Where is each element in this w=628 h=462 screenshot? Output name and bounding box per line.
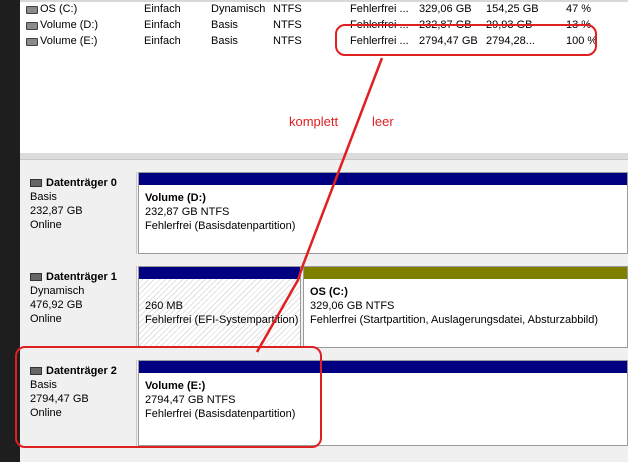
pane-splitter[interactable] xyxy=(20,153,628,160)
volume-fs: NTFS xyxy=(273,3,302,15)
disk-kind: Basis xyxy=(30,191,57,203)
volume-type: Basis xyxy=(211,35,238,47)
drive-icon xyxy=(26,22,38,30)
volume-type: Dynamisch xyxy=(211,3,266,15)
volume-name: Volume (E:) xyxy=(40,35,98,47)
disk-state: Online xyxy=(30,313,62,325)
volume-free-percent: 47 % xyxy=(566,3,592,15)
disk-name: Datenträger 0 xyxy=(46,177,117,189)
volume-name: OS (C:) xyxy=(40,3,78,15)
disk-name: Datenträger 1 xyxy=(46,271,117,283)
partition-title: OS (C:) xyxy=(310,286,348,298)
volume-name: Volume (D:) xyxy=(40,19,99,31)
disk-icon xyxy=(30,273,42,281)
volume-fs: NTFS xyxy=(273,19,302,31)
annotation-highlight-volume-e xyxy=(335,24,597,56)
partition-color-bar xyxy=(139,173,627,185)
volume-status: Fehlerfrei ... xyxy=(350,3,409,15)
partition-size: 260 MB xyxy=(145,300,183,312)
partition-color-bar xyxy=(304,267,627,279)
drive-icon xyxy=(26,6,38,14)
drive-icon xyxy=(26,38,38,46)
partition-color-bar xyxy=(139,267,300,279)
partition-size: 232,87 GB NTFS xyxy=(145,206,230,218)
volume-layout: Einfach xyxy=(144,19,181,31)
disk-size: 232,87 GB xyxy=(30,205,83,217)
disk-state: Online xyxy=(30,219,62,231)
partition-volume-d[interactable]: Volume (D:) 232,87 GB NTFS Fehlerfrei (B… xyxy=(138,172,628,254)
volume-layout: Einfach xyxy=(144,35,181,47)
annotation-text-leer: leer xyxy=(372,114,394,129)
disk-info[interactable]: Datenträger 1 Dynamisch 476,92 GB Online xyxy=(22,266,137,348)
volume-capacity: 329,06 GB xyxy=(419,3,472,15)
partition-size: 329,06 GB NTFS xyxy=(310,300,395,312)
disk-info[interactable]: Datenträger 0 Basis 232,87 GB Online xyxy=(22,172,137,254)
disk-size: 476,92 GB xyxy=(30,299,83,311)
volume-fs: NTFS xyxy=(273,35,302,47)
disk-row: Datenträger 0 Basis 232,87 GB Online Vol… xyxy=(20,172,628,254)
partition-status: Fehlerfrei (EFI-Systempartition) xyxy=(145,314,299,326)
partition-efi[interactable]: 260 MB Fehlerfrei (EFI-Systempartition) xyxy=(138,266,301,348)
partition-os-c[interactable]: OS (C:) 329,06 GB NTFS Fehlerfrei (Start… xyxy=(303,266,628,348)
volume-layout: Einfach xyxy=(144,3,181,15)
partition-title: Volume (D:) xyxy=(145,192,206,204)
volume-row[interactable]: OS (C:) Einfach Dynamisch NTFS Fehlerfre… xyxy=(20,1,628,17)
annotation-text-komplett: komplett xyxy=(289,114,339,129)
disk-icon xyxy=(30,179,42,187)
volume-type: Basis xyxy=(211,19,238,31)
annotation-highlight-disk-2 xyxy=(15,346,322,448)
partition-status: Fehlerfrei (Startpartition, Auslagerungs… xyxy=(310,314,598,326)
disk-kind: Dynamisch xyxy=(30,285,85,297)
volume-free: 154,25 GB xyxy=(486,3,539,15)
partition-status: Fehlerfrei (Basisdatenpartition) xyxy=(145,220,296,232)
disk-row: Datenträger 1 Dynamisch 476,92 GB Online… xyxy=(20,266,628,348)
